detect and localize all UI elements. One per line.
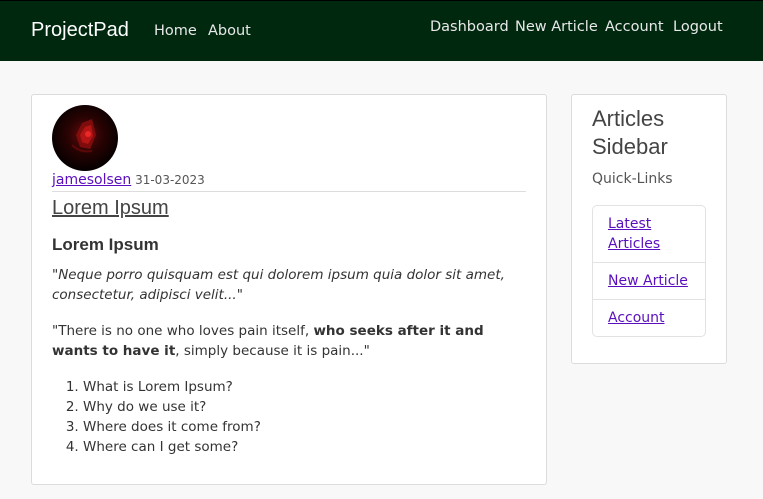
list-item: What is Lorem Ipsum?: [83, 377, 261, 397]
author-avatar[interactable]: [52, 105, 118, 171]
quick-link-item: New Article: [593, 262, 705, 299]
sidebar-new-article-link[interactable]: New Article: [608, 273, 688, 289]
latest-articles-link[interactable]: Latest Articles: [608, 216, 660, 252]
article-quote: "Neque porro quisquam est qui dolorem ip…: [52, 267, 505, 303]
article-list: What is Lorem Ipsum? Why do we use it? W…: [83, 377, 261, 457]
article-date: 31-03-2023: [135, 173, 205, 187]
article-title-link[interactable]: Lorem Ipsum: [52, 197, 169, 220]
nav-logout-link[interactable]: Logout: [673, 19, 723, 35]
list-item: Where can I get some?: [83, 437, 261, 457]
avatar-image: [71, 119, 96, 153]
article-heading: Lorem Ipsum: [52, 235, 159, 254]
list-item: Why do we use it?: [83, 397, 261, 417]
nav-account-link[interactable]: Account: [605, 19, 664, 35]
nav-new-article-link[interactable]: New Article: [515, 19, 598, 35]
nav-home-link[interactable]: Home: [154, 23, 197, 39]
quick-link-item: Latest Articles: [593, 206, 705, 262]
meta-divider: [52, 191, 526, 192]
quick-link-item: Account: [593, 299, 705, 336]
nav-dashboard-link[interactable]: Dashboard: [430, 19, 509, 35]
article-paragraph: "There is no one who loves pain itself, …: [52, 321, 527, 361]
sidebar-card: Articles Sidebar Quick-Links Latest Arti…: [571, 94, 727, 364]
quick-links-group: Latest Articles New Article Account: [592, 205, 706, 337]
article-meta: jamesolsen 31-03-2023: [52, 172, 205, 188]
top-navbar: ProjectPad Home About Dashboard New Arti…: [0, 0, 763, 61]
paragraph-start: "There is no one who loves pain itself,: [52, 323, 314, 339]
paragraph-end: , simply because it is pain...": [175, 343, 370, 359]
nav-about-link[interactable]: About: [208, 23, 251, 39]
article-card: jamesolsen 31-03-2023 Lorem Ipsum Lorem …: [31, 94, 547, 485]
sidebar-subtitle: Quick-Links: [592, 171, 673, 187]
author-link[interactable]: jamesolsen: [52, 172, 131, 188]
brand-link[interactable]: ProjectPad: [31, 19, 129, 42]
sidebar-title: Articles Sidebar: [592, 106, 668, 159]
sidebar-account-link[interactable]: Account: [608, 310, 665, 326]
list-item: Where does it come from?: [83, 417, 261, 437]
